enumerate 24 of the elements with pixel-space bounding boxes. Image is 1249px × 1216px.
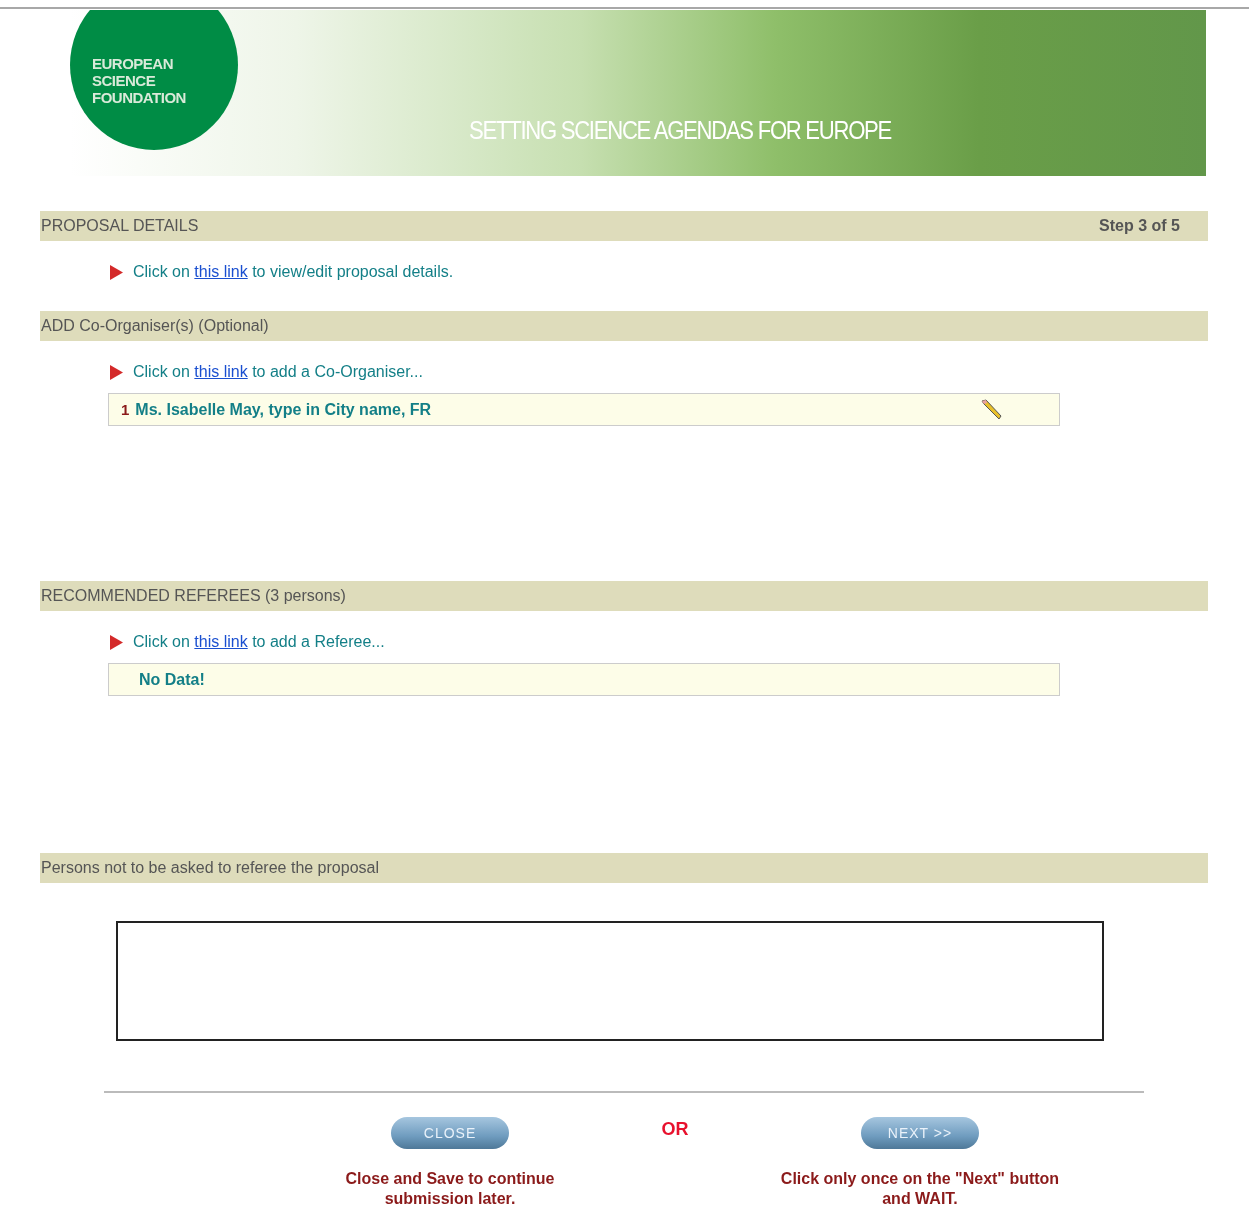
pencil-icon[interactable] — [979, 397, 1003, 422]
text-area[interactable] — [116, 921, 1104, 1041]
triangle-icon — [110, 264, 123, 280]
section-title: RECOMMENDED REFEREES (3 persons) — [41, 587, 346, 605]
triangle-icon — [110, 634, 123, 650]
this-link[interactable]: this link — [194, 263, 248, 280]
next-note: Click only once on the "Next" button and WAIT. — [779, 1169, 1061, 1209]
section-title: PROPOSAL DETAILS — [41, 217, 199, 235]
triangle-icon — [110, 364, 123, 380]
instruction-text: Click on this link to view/edit proposal details. — [133, 263, 454, 281]
or-label: OR — [660, 1119, 690, 1141]
this-link[interactable]: this link — [194, 363, 248, 380]
step-indicator: Step 3 of 5 — [1099, 217, 1180, 235]
empty-message: No Data! — [138, 670, 206, 689]
tagline: SETTING SCIENCE AGENDAS FOR EUROPE — [469, 115, 892, 146]
instruction-text: Click on this link to add a Co-Organiser... — [133, 363, 423, 381]
section-title: Persons not to be asked to referee the proposal — [41, 859, 379, 877]
row-number: 1 — [121, 401, 130, 418]
close-note: Close and Save to continue submission later. — [344, 1169, 556, 1209]
section-title: ADD Co-Organiser(s) (Optional) — [41, 317, 269, 335]
this-link[interactable]: this link — [194, 633, 248, 650]
logo: EUROPEAN SCIENCE FOUNDATION — [70, 10, 238, 150]
instruction-text: Click on this link to add a Referee... — [133, 633, 385, 651]
person-name: Ms. Isabelle May, type in City name, FR — [135, 400, 433, 419]
